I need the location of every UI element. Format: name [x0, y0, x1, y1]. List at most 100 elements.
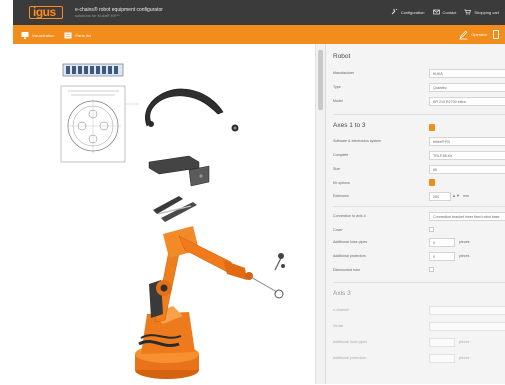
- toolbar-right: Operator: [459, 29, 499, 40]
- viewer-scrollbar[interactable]: [315, 44, 325, 384]
- section-divider: [333, 114, 505, 115]
- field-manufacturer: Manufacturer KUKA: [333, 69, 505, 79]
- field-label: Complete: [333, 153, 349, 157]
- field-label: Model: [333, 99, 343, 103]
- field-size: Size 85: [333, 165, 505, 175]
- hose-pipes-input[interactable]: 0: [429, 238, 455, 247]
- field-label: Size: [333, 167, 340, 171]
- orange-toolbar: Visualization Parts list Operator: [13, 25, 505, 44]
- top-header: igus e-chains® robot equipment configura…: [13, 0, 505, 25]
- field-axis3-hose-pipes: Additional hose pipes pieces: [333, 338, 505, 348]
- field-e-channel: e-channel: [333, 306, 505, 316]
- dismounted-checkbox[interactable]: [429, 267, 434, 272]
- technical-drawing: [60, 85, 139, 163]
- nav-contact-label: Contact: [442, 9, 457, 15]
- warning-icon: [429, 179, 435, 186]
- nav-configuration-label: Configuration: [400, 9, 425, 15]
- pieces-unit: pieces: [459, 340, 470, 344]
- field-stroke: Stroke: [333, 322, 505, 332]
- field-extension: Extension 200 ▲▼ mm: [333, 192, 505, 202]
- top-nav: Configuration Contact Shopping cart: [391, 9, 499, 15]
- pieces-unit: pieces: [459, 240, 470, 244]
- axes-1-3-title: Axes 1 to 3: [333, 122, 366, 129]
- connection-select[interactable]: Connection bracket inner fixed robot bas…: [429, 212, 505, 221]
- type-select[interactable]: Quantec: [429, 83, 505, 92]
- field-connection: Connection to axis 4 Connection bracket …: [333, 212, 505, 222]
- size-select[interactable]: 85: [429, 165, 505, 174]
- nav-shopping-cart[interactable]: Shopping cart: [464, 9, 499, 15]
- field-model: Model KR 210 R2700 extra: [333, 97, 505, 107]
- model-select[interactable]: KR 210 R2700 extra: [429, 97, 505, 106]
- field-dismounted-tube: Dismounted tube: [333, 266, 505, 276]
- cover-checkbox[interactable]: [429, 227, 434, 232]
- list-icon: [64, 31, 72, 40]
- envelope-icon: [432, 9, 440, 15]
- warning-icon: [429, 124, 435, 131]
- toolbar-left: Visualization Parts list: [21, 31, 91, 40]
- manufacturer-select[interactable]: KUKA: [429, 69, 505, 78]
- field-label: Additional protectors: [333, 356, 366, 360]
- nav-shopping-cart-label: Shopping cart: [474, 9, 499, 15]
- field-type: Type Quantec: [333, 83, 505, 93]
- field-label: Connection to axis 4: [333, 214, 366, 218]
- pieces-unit: pieces: [459, 254, 470, 258]
- extension-unit: mm: [463, 194, 469, 198]
- scrollbar-thumb[interactable]: [318, 50, 323, 110]
- tab-parts-list-label: Parts list: [75, 33, 91, 38]
- field-label: Additional hose pipes: [333, 240, 368, 244]
- pieces-unit: pieces: [459, 356, 470, 360]
- protectors-input[interactable]: 0: [429, 252, 455, 261]
- field-label: Additional protectors: [333, 254, 366, 258]
- robot-illustration: [60, 63, 285, 379]
- 3d-viewer[interactable]: [13, 44, 315, 384]
- tab-parts-list[interactable]: Parts list: [64, 31, 91, 40]
- field-label: e-channel: [333, 308, 349, 312]
- operator-label: Operator: [471, 32, 487, 37]
- field-label: Additional hose pipes: [333, 340, 368, 344]
- complete-select[interactable]: TRLF.85.Kit: [429, 151, 505, 160]
- igus-logo[interactable]: igus: [29, 6, 63, 19]
- field-label: Dismounted tube: [333, 268, 361, 272]
- field-cover: Cover: [333, 226, 505, 236]
- field-label: Type: [333, 85, 341, 89]
- field-protectors: Additional protectors 0 pieces: [333, 252, 505, 262]
- section-divider: [333, 206, 505, 207]
- operator-button[interactable]: Operator: [459, 29, 487, 40]
- clamp-parts: [153, 196, 197, 222]
- field-label: Cover: [333, 228, 343, 232]
- e-channel-select[interactable]: [429, 306, 505, 315]
- stepper-icon[interactable]: ▲▼: [452, 193, 460, 200]
- wrench-icon: [391, 9, 398, 15]
- monitor-icon: [21, 31, 29, 40]
- field-label: Manufacturer: [333, 71, 355, 75]
- cart-icon: [464, 9, 472, 15]
- field-label: Kit options: [333, 181, 350, 185]
- field-complete: Complete TRLF.85.Kit: [333, 151, 505, 161]
- pen-icon: [459, 29, 468, 40]
- robot-section-title: Robot: [333, 53, 351, 60]
- stroke-select[interactable]: [429, 322, 505, 331]
- nav-contact[interactable]: Contact: [432, 9, 457, 15]
- axis3-protectors-input[interactable]: [429, 354, 455, 363]
- field-label: Software & electronics system: [333, 139, 382, 143]
- toolbar-extra-icon[interactable]: [493, 30, 499, 39]
- tab-visualization[interactable]: Visualization: [21, 31, 54, 40]
- app-subtitle: solutions for Kuka® KR**: [75, 13, 120, 18]
- connector-strip: [62, 63, 124, 77]
- extension-input[interactable]: 200: [429, 192, 451, 201]
- axis3-hose-pipes-input[interactable]: [429, 338, 455, 347]
- config-panel: Robot Manufacturer KUKA Type Quantec Mod…: [325, 44, 505, 384]
- app-frame: igus e-chains® robot equipment configura…: [13, 0, 505, 384]
- field-label: Extension: [333, 194, 349, 198]
- logo-text: igus: [33, 5, 56, 19]
- nav-configuration[interactable]: Configuration: [391, 9, 425, 15]
- tab-visualization-label: Visualization: [32, 33, 55, 38]
- field-hose-pipes: Additional hose pipes 0 pieces: [333, 238, 505, 248]
- hose-part: [145, 88, 239, 132]
- bracket-plate: [148, 155, 210, 187]
- kuka-robot: [135, 226, 285, 379]
- section-divider: [333, 282, 505, 283]
- field-system: Software & electronics system triflex® R…: [333, 137, 505, 147]
- field-label: Stroke: [333, 324, 344, 328]
- system-select[interactable]: triflex® R3: [429, 137, 505, 146]
